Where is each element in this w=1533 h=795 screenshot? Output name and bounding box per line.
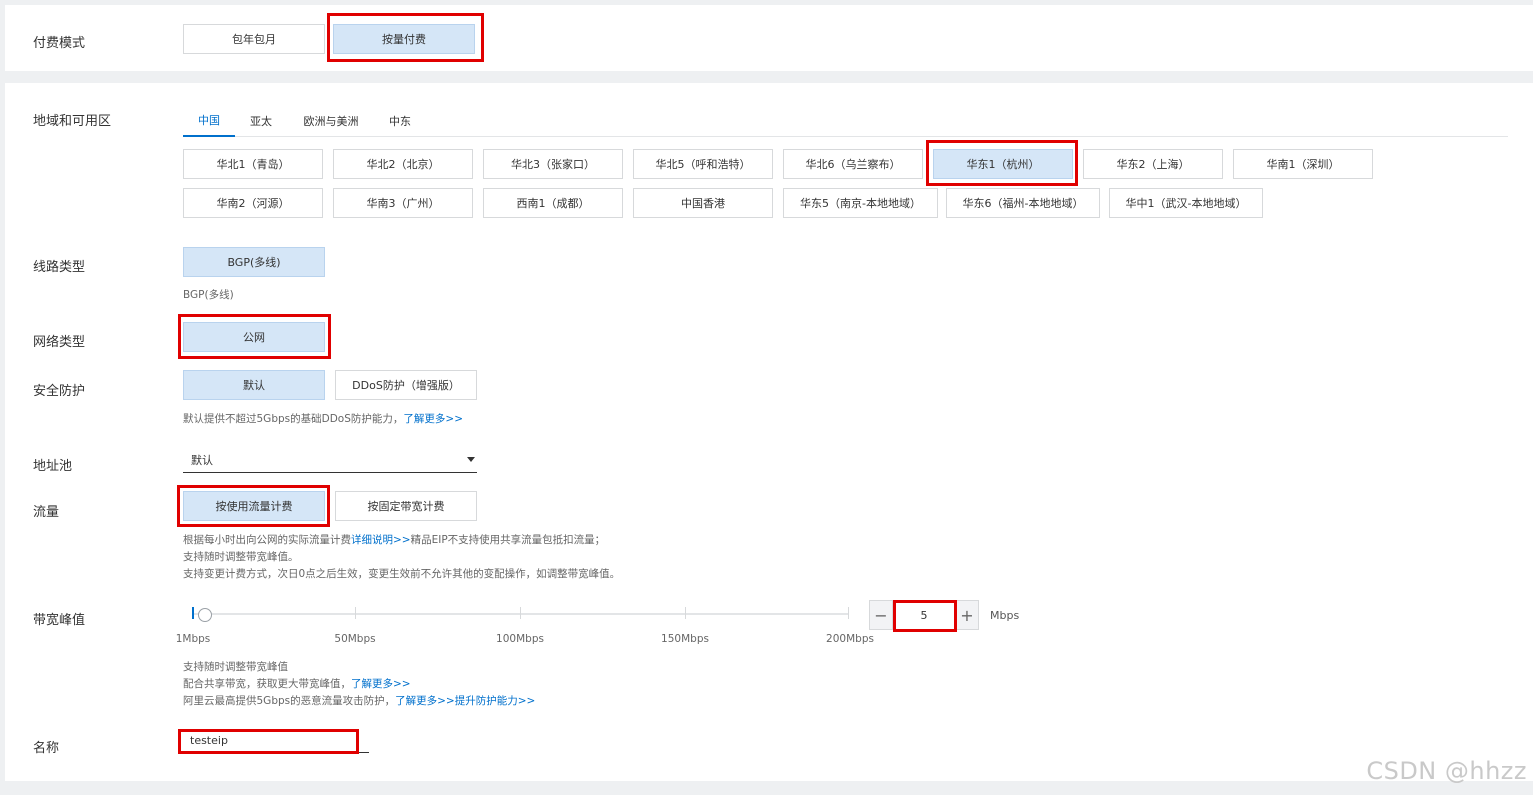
region-option[interactable]: 华南1（深圳） — [1233, 149, 1373, 179]
region-option[interactable]: 华北2（北京） — [333, 149, 473, 179]
region-option[interactable]: 华北6（乌兰察布） — [783, 149, 923, 179]
tick-label: 200Mbps — [826, 633, 874, 645]
traffic-hint-tail: 精品EIP不支持使用共享流量包抵扣流量； — [410, 534, 606, 546]
name-label: 名称 — [33, 741, 60, 756]
slider-tick — [520, 607, 521, 619]
network-type-label: 网络类型 — [33, 335, 86, 350]
region-option[interactable]: 华南3（广州） — [333, 188, 473, 218]
security-option-default[interactable]: 默认 — [183, 370, 325, 400]
tick-label: 150Mbps — [661, 633, 709, 645]
billing-option-subscription[interactable]: 包年包月 — [183, 24, 325, 54]
bandwidth-hint-text: 阿里云最高提供5Gbps的恶意流量攻击防护， — [183, 695, 396, 707]
bandwidth-input[interactable]: 5 — [893, 600, 955, 630]
traffic-hint-2: 支持随时调整带宽峰值。 — [183, 551, 299, 563]
region-option[interactable]: 华南2（河源） — [183, 188, 323, 218]
learn-more-link[interactable]: 了解更多>> — [351, 678, 411, 690]
region-option[interactable]: 华中1（武汉-本地地域） — [1109, 188, 1263, 218]
region-label: 地域和可用区 — [33, 114, 112, 129]
bandwidth-slider-handle[interactable] — [198, 608, 212, 622]
region-option[interactable]: 华北3（张家口） — [483, 149, 623, 179]
traffic-option-by-usage[interactable]: 按使用流量计费 — [183, 491, 325, 521]
region-option[interactable]: 中国香港 — [633, 188, 773, 218]
line-type-option-bgp[interactable]: BGP(多线) — [183, 247, 325, 277]
caret-down-icon — [467, 457, 475, 462]
address-pool-select[interactable]: 默认 — [183, 447, 477, 473]
billing-label: 付费模式 — [33, 36, 86, 51]
tab-middle-east[interactable]: 中东 — [383, 105, 417, 137]
details-link[interactable]: 详细说明>> — [351, 534, 411, 546]
increment-button[interactable]: + — [955, 600, 979, 630]
tick-label: 100Mbps — [496, 633, 544, 645]
bandwidth-hint-3: 阿里云最高提供5Gbps的恶意流量攻击防护，了解更多>>提升防护能力>> — [183, 693, 535, 708]
address-pool-label: 地址池 — [33, 459, 73, 474]
tab-asia-pacific[interactable]: 亚太 — [243, 105, 279, 137]
region-tabs: 中国 亚太 欧洲与美洲 中东 — [183, 105, 1508, 137]
tab-europe-america[interactable]: 欧洲与美洲 — [295, 105, 367, 137]
tab-china[interactable]: 中国 — [183, 105, 235, 137]
address-pool-value: 默认 — [191, 453, 213, 467]
traffic-label: 流量 — [33, 505, 60, 520]
slider-tick — [685, 607, 686, 619]
bandwidth-hint-2: 配合共享带宽，获取更大带宽峰值，了解更多>> — [183, 676, 411, 691]
bandwidth-unit: Mbps — [990, 609, 1020, 622]
region-option[interactable]: 华东5（南京-本地地域） — [783, 188, 938, 218]
region-option[interactable]: 华东2（上海） — [1083, 149, 1223, 179]
network-type-option-public[interactable]: 公网 — [183, 322, 325, 352]
security-option-ddos[interactable]: DDoS防护（增强版） — [335, 370, 477, 400]
bandwidth-hint-1: 支持随时调整带宽峰值 — [183, 661, 288, 673]
slider-fill — [192, 607, 194, 619]
traffic-hint-1: 根据每小时出向公网的实际流量计费详细说明>>精品EIP不支持使用共享流量包抵扣流… — [183, 532, 605, 547]
bandwidth-label: 带宽峰值 — [33, 613, 86, 628]
learn-more-link[interactable]: 了解更多>> — [403, 413, 463, 425]
name-input[interactable]: testeip — [183, 729, 369, 753]
line-type-hint: BGP(多线) — [183, 289, 234, 301]
region-option-selected[interactable]: 华东1（杭州） — [933, 149, 1073, 179]
line-type-label: 线路类型 — [33, 260, 86, 275]
decrement-button[interactable]: − — [869, 600, 893, 630]
tick-label: 50Mbps — [334, 633, 376, 645]
tick-label: 1Mbps — [175, 633, 211, 645]
protection-link[interactable]: 了解更多>>提升防护能力>> — [395, 695, 535, 707]
security-hint: 默认提供不超过5Gbps的基础DDoS防护能力，了解更多>> — [183, 411, 463, 426]
slider-tick — [355, 607, 356, 619]
bandwidth-hint-text: 配合共享带宽，获取更大带宽峰值， — [183, 678, 351, 690]
security-hint-text: 默认提供不超过5Gbps的基础DDoS防护能力， — [183, 413, 404, 425]
watermark: CSDN @hhzz — [1366, 757, 1527, 785]
traffic-hint-3: 支持变更计费方式，次日0点之后生效，变更生效前不允许其他的变配操作，如调整带宽峰… — [183, 568, 621, 580]
region-option[interactable]: 华东6（福州-本地地域） — [946, 188, 1100, 218]
region-option[interactable]: 华北5（呼和浩特） — [633, 149, 773, 179]
traffic-option-fixed-bandwidth[interactable]: 按固定带宽计费 — [335, 491, 477, 521]
security-label: 安全防护 — [33, 384, 86, 399]
region-option[interactable]: 华北1（青岛） — [183, 149, 323, 179]
slider-tick — [848, 607, 849, 619]
billing-option-payg[interactable]: 按量付费 — [333, 24, 475, 54]
traffic-hint-text: 根据每小时出向公网的实际流量计费 — [183, 534, 351, 546]
region-option[interactable]: 西南1（成都） — [483, 188, 623, 218]
